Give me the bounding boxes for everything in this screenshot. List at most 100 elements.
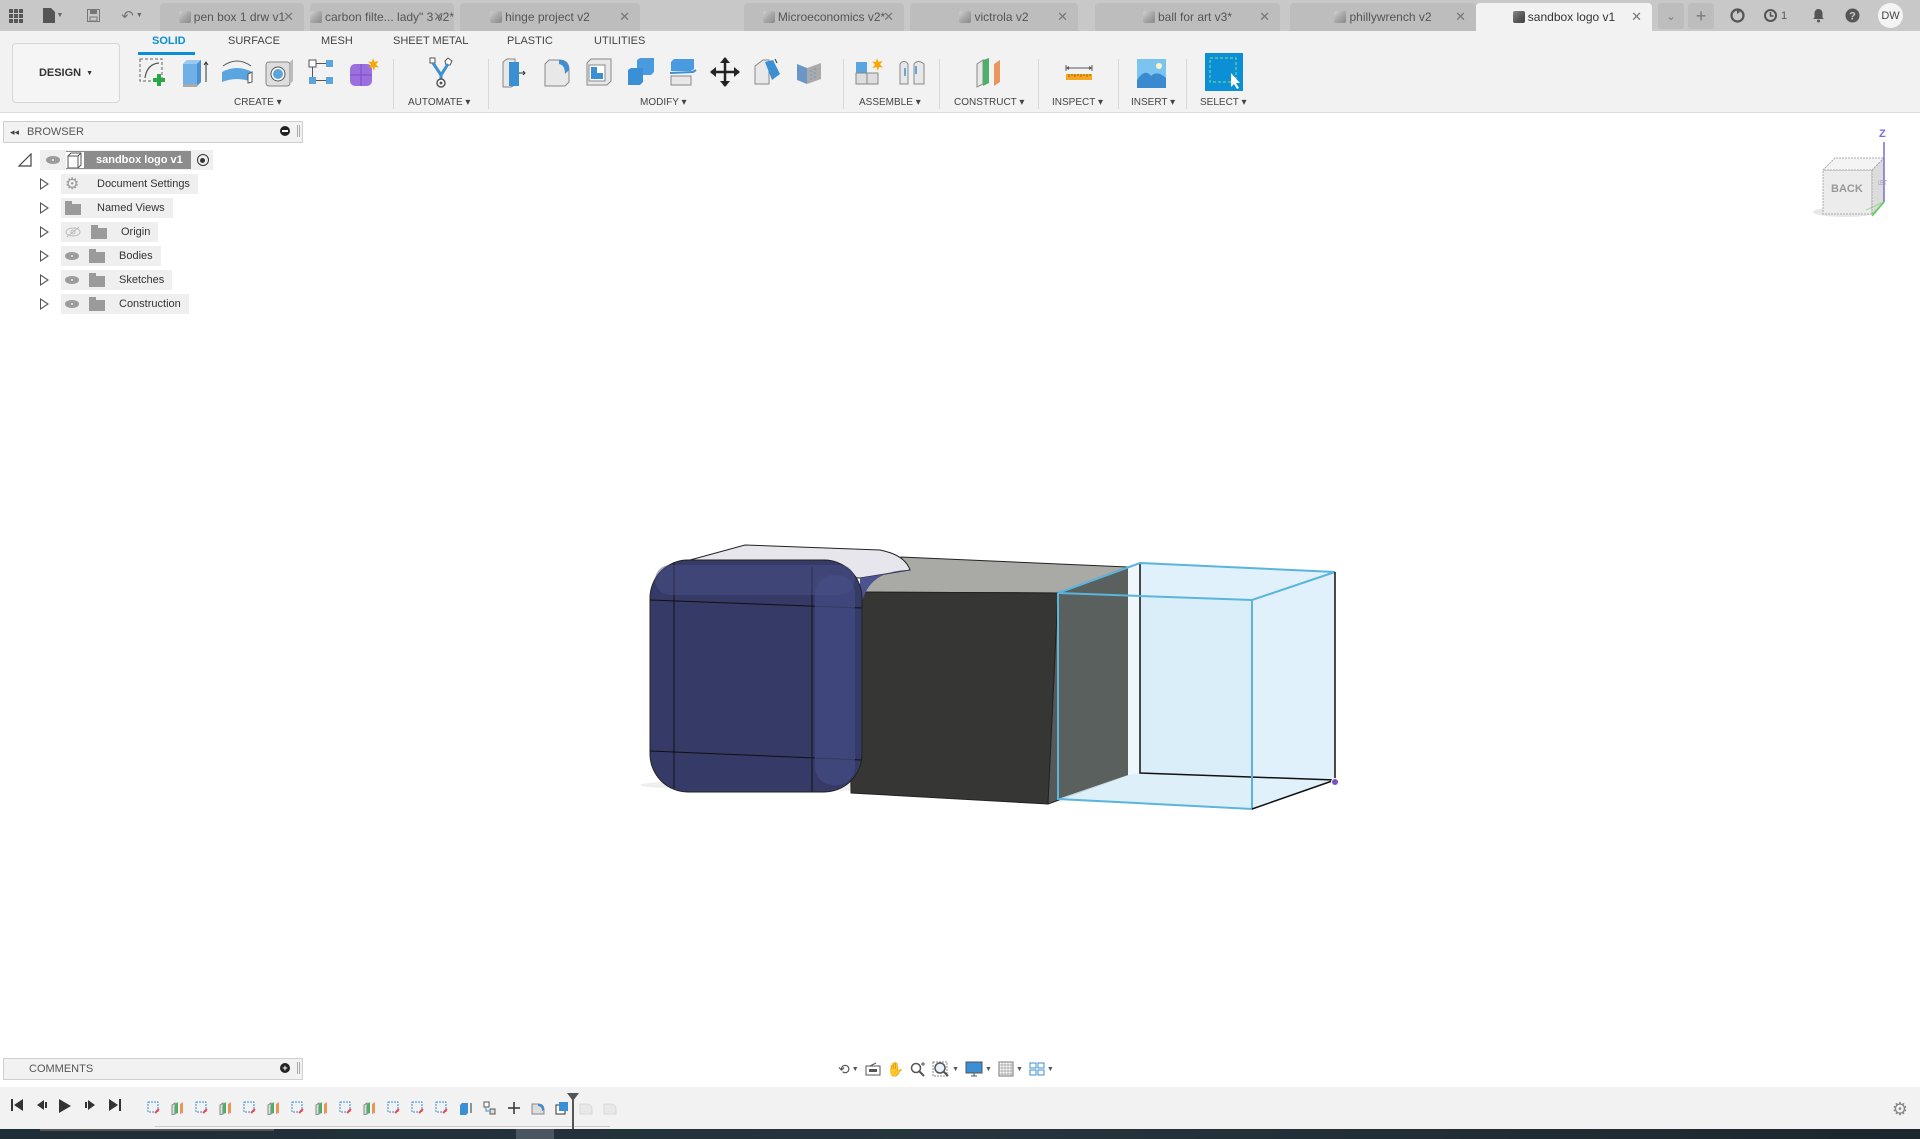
- inspect-menu[interactable]: INSPECT ▾: [1052, 97, 1103, 108]
- visibility-eye-icon[interactable]: [65, 252, 79, 260]
- insert-menu[interactable]: INSERT ▾: [1131, 97, 1175, 108]
- timeline-feature-plane-icon[interactable]: [363, 1101, 377, 1116]
- tab-surface[interactable]: SURFACE: [228, 35, 280, 47]
- combine-button[interactable]: [624, 55, 658, 89]
- tab-utilities[interactable]: UTILITIES: [594, 35, 645, 47]
- collapse-triangle-icon[interactable]: [18, 153, 32, 167]
- automate-button[interactable]: [424, 55, 458, 89]
- measure-button[interactable]: [1062, 55, 1096, 89]
- hole-button[interactable]: [262, 55, 296, 89]
- close-tab-icon[interactable]: ✕: [619, 9, 630, 25]
- add-comment-icon[interactable]: +: [280, 1063, 290, 1073]
- pattern-button[interactable]: [304, 55, 338, 89]
- doc-tab[interactable]: carbon filte... lady" 3 v2* ✕: [310, 3, 454, 31]
- modify-menu[interactable]: MODIFY ▾: [640, 97, 687, 108]
- move-copy-button[interactable]: [708, 55, 742, 89]
- extrude-button[interactable]: [178, 55, 212, 89]
- pan-button[interactable]: ✋: [887, 1061, 904, 1078]
- expand-triangle-icon[interactable]: [40, 226, 49, 238]
- taskbar-item[interactable]: [516, 1129, 554, 1139]
- close-tab-icon[interactable]: ✕: [433, 9, 444, 25]
- collapse-panel-icon[interactable]: ◂◂: [10, 127, 19, 138]
- timeline-settings-gear-icon[interactable]: ⚙: [1892, 1099, 1908, 1120]
- timeline-feature-sketch-icon[interactable]: [339, 1101, 353, 1115]
- timeline-feature-sketch-icon[interactable]: [243, 1101, 257, 1115]
- press-pull-button[interactable]: [498, 55, 532, 89]
- close-tab-icon[interactable]: ✕: [1631, 9, 1642, 25]
- select-menu[interactable]: SELECT ▾: [1200, 97, 1247, 108]
- browser-options-icon[interactable]: [280, 126, 290, 136]
- timeline-feature-extrude-icon[interactable]: [459, 1101, 473, 1115]
- undo-button[interactable]: ↶ ▼: [117, 0, 147, 31]
- go-to-start-button[interactable]: [10, 1098, 24, 1115]
- viewports-button[interactable]: ▼: [1029, 1061, 1054, 1077]
- doc-tab[interactable]: phillywrench v2 ✕: [1290, 3, 1476, 31]
- file-menu-button[interactable]: ▼: [38, 0, 68, 31]
- timeline-feature-combine-icon[interactable]: [483, 1101, 497, 1115]
- split-body-button[interactable]: [792, 55, 826, 89]
- taskbar-item[interactable]: [40, 1129, 274, 1131]
- visibility-eye-icon[interactable]: [65, 300, 79, 308]
- viewcube-side-label[interactable]: LEFT: [1878, 180, 1887, 187]
- help-button[interactable]: ?: [1842, 0, 1862, 31]
- revolve-button[interactable]: [220, 55, 254, 89]
- selected-box-body[interactable]: [1057, 561, 1339, 811]
- viewcube-face-label[interactable]: BACK: [1831, 183, 1863, 195]
- doc-tab-active[interactable]: sandbox logo v1 ✕: [1476, 3, 1652, 31]
- create-form-button[interactable]: [346, 55, 380, 89]
- panel-resize-handle[interactable]: [297, 1062, 300, 1074]
- tab-solid[interactable]: SOLID: [152, 35, 186, 47]
- timeline-feature-plane-icon[interactable]: [171, 1101, 185, 1116]
- step-back-button[interactable]: [35, 1098, 49, 1115]
- doc-tab[interactable]: Microeconomics v2* ✕: [744, 3, 904, 31]
- tree-item-document-settings[interactable]: ⚙ Document Settings: [40, 174, 198, 194]
- expand-triangle-icon[interactable]: [40, 250, 49, 262]
- timeline-feature-fillet-icon[interactable]: [531, 1101, 545, 1115]
- timeline-feature-box-icon[interactable]: [555, 1101, 569, 1115]
- tree-item-sketches[interactable]: Sketches: [40, 270, 173, 290]
- display-settings-button[interactable]: ▼: [965, 1061, 992, 1077]
- close-tab-icon[interactable]: ✕: [283, 9, 294, 25]
- close-tab-icon[interactable]: ✕: [1057, 9, 1068, 25]
- hidden-eye-icon[interactable]: [65, 226, 81, 238]
- timeline-feature-ghost-icon[interactable]: [603, 1101, 617, 1115]
- new-component-button[interactable]: [852, 55, 886, 89]
- expand-triangle-icon[interactable]: [40, 178, 49, 190]
- activate-radio-icon[interactable]: [196, 154, 209, 166]
- doc-tab[interactable]: ball for art v3* ✕: [1095, 3, 1280, 31]
- panel-resize-handle[interactable]: [297, 125, 300, 137]
- expand-triangle-icon[interactable]: [40, 202, 49, 214]
- close-tab-icon[interactable]: ✕: [883, 9, 894, 25]
- job-status-button[interactable]: 1: [1760, 0, 1790, 31]
- timeline-feature-sketch-icon[interactable]: [387, 1101, 401, 1115]
- doc-tab[interactable]: hinge project v2 ✕: [460, 3, 640, 31]
- joint-button[interactable]: [895, 55, 929, 89]
- expand-triangle-icon[interactable]: [40, 298, 49, 310]
- look-at-button[interactable]: [865, 1062, 881, 1076]
- timeline-marker-handle[interactable]: [567, 1093, 579, 1101]
- doc-tab[interactable]: victrola v2 ✕: [910, 3, 1078, 31]
- tree-item-named-views[interactable]: Named Views: [40, 198, 173, 218]
- shell-button[interactable]: [582, 55, 616, 89]
- doc-tab[interactable]: pen box 1 drw v1 ✕: [160, 3, 304, 31]
- notifications-button[interactable]: [1808, 0, 1828, 31]
- offset-face-button[interactable]: [666, 55, 700, 89]
- tree-item-origin[interactable]: Origin: [40, 222, 159, 242]
- tab-overflow-button[interactable]: ⌄: [1658, 3, 1684, 29]
- create-menu[interactable]: CREATE ▾: [234, 97, 282, 108]
- timeline-feature-plane-icon[interactable]: [267, 1101, 281, 1116]
- new-tab-button[interactable]: +: [1688, 3, 1714, 29]
- timeline-feature-ghost-icon[interactable]: [579, 1101, 593, 1115]
- save-icon[interactable]: [84, 0, 102, 31]
- workspace-switcher[interactable]: DESIGN ▼: [12, 43, 120, 103]
- visibility-eye-icon[interactable]: [65, 276, 79, 284]
- timeline-feature-move-icon[interactable]: [507, 1101, 521, 1115]
- view-cube[interactable]: Z BACK LEFT: [1800, 128, 1890, 230]
- visibility-eye-icon[interactable]: [46, 156, 60, 164]
- zoom-button[interactable]: [910, 1061, 926, 1077]
- fillet-button[interactable]: [540, 55, 574, 89]
- timeline-feature-sketch-icon[interactable]: [411, 1101, 425, 1115]
- create-sketch-button[interactable]: [136, 55, 170, 89]
- grid-settings-button[interactable]: ▼: [998, 1061, 1023, 1077]
- select-button[interactable]: [1205, 53, 1243, 91]
